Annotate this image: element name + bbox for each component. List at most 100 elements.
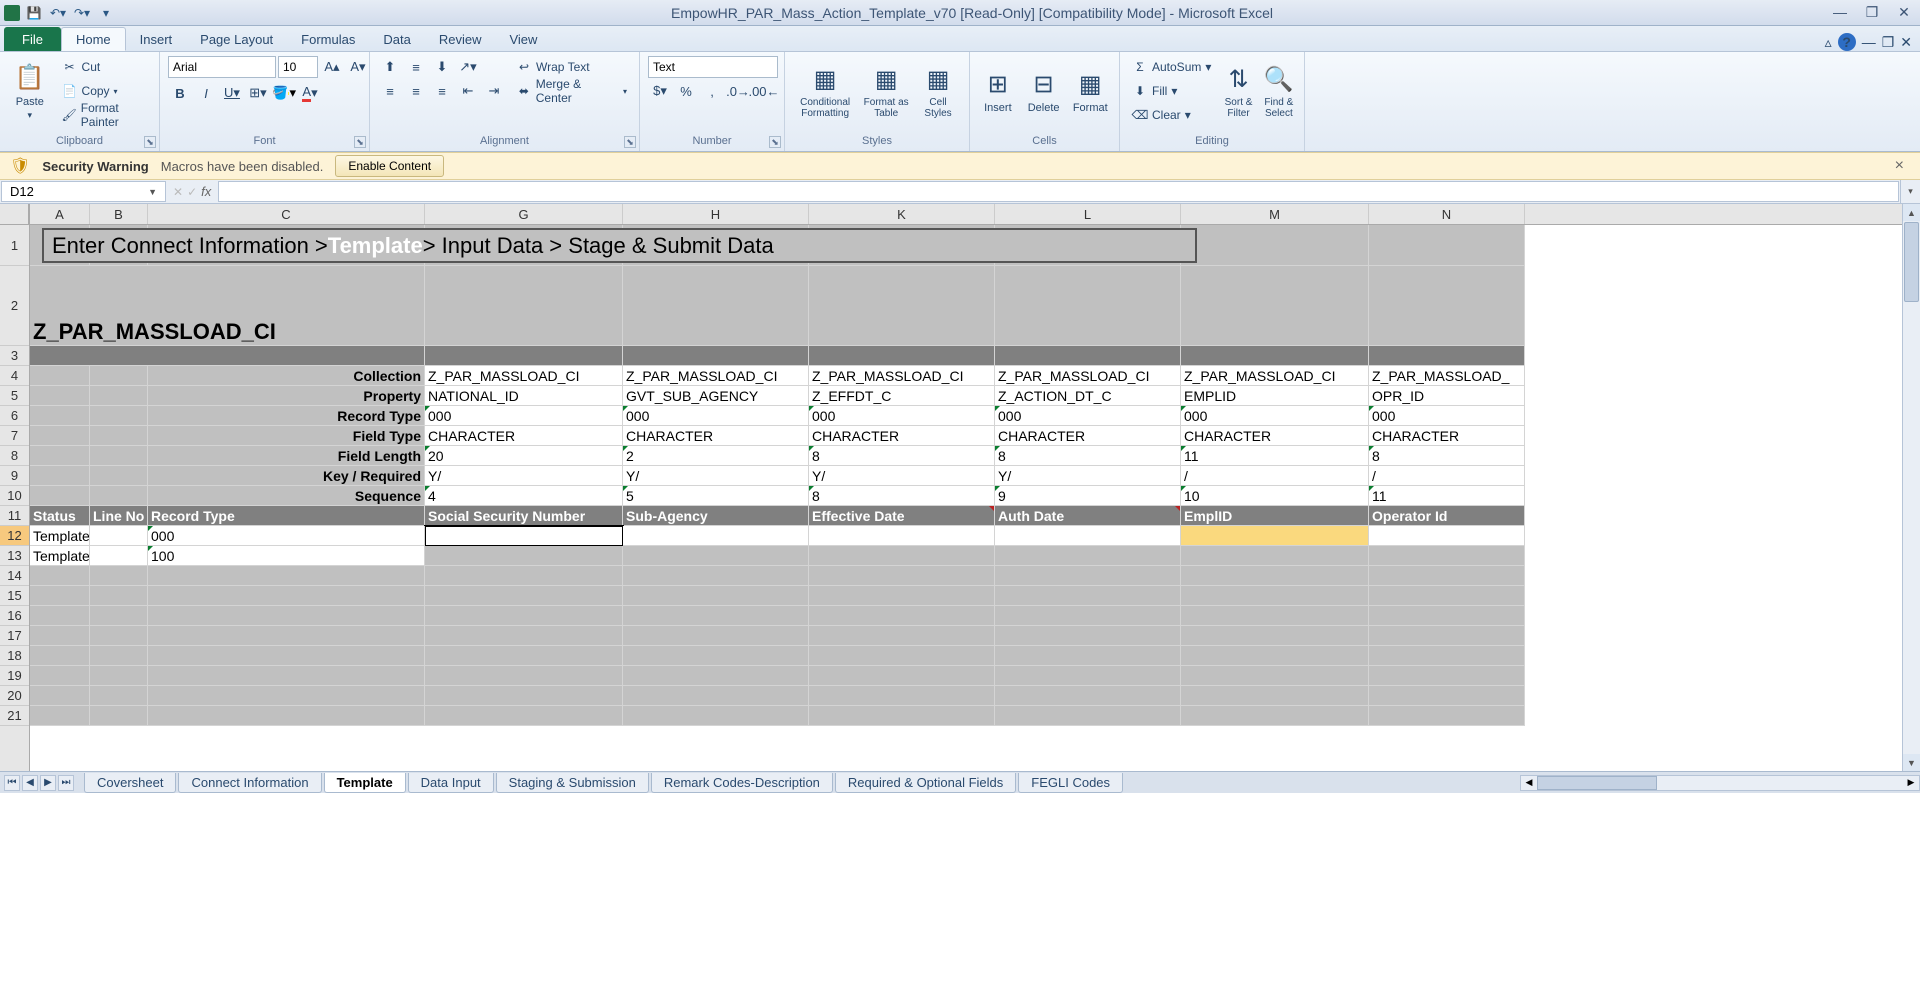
hscroll-thumb[interactable] xyxy=(1537,776,1657,790)
font-color-button[interactable]: A▾ xyxy=(298,82,322,104)
scroll-up-icon[interactable]: ▲ xyxy=(1903,204,1920,221)
cell-styles-button[interactable]: ▦Cell Styles xyxy=(915,56,961,126)
conditional-formatting-button[interactable]: ▦Conditional Formatting xyxy=(793,56,857,126)
col-header[interactable]: A xyxy=(30,204,90,224)
clear-button[interactable]: ⌫Clear▾ xyxy=(1128,104,1215,126)
row-header[interactable]: 7 xyxy=(0,426,29,446)
header-line-no[interactable]: Line No xyxy=(90,506,148,526)
cut-button[interactable]: ✂Cut xyxy=(58,56,151,78)
row-header[interactable]: 15 xyxy=(0,586,29,606)
sheet-tab-template[interactable]: Template xyxy=(324,773,406,793)
row-header[interactable]: 2 xyxy=(0,266,29,346)
wrap-text-button[interactable]: ↩Wrap Text xyxy=(512,56,631,78)
col-header[interactable]: M xyxy=(1181,204,1369,224)
enter-formula-icon[interactable]: ✓ xyxy=(187,185,197,199)
align-middle-icon[interactable]: ≡ xyxy=(404,56,428,78)
sheet-tab-remark-codes[interactable]: Remark Codes-Description xyxy=(651,773,833,793)
minimize-ribbon-icon[interactable]: ▵ xyxy=(1825,34,1832,51)
label-field-length[interactable]: Field Length xyxy=(148,446,425,466)
redo-icon[interactable]: ↷▾ xyxy=(72,3,92,23)
paste-button[interactable]: 📋Paste▾ xyxy=(8,56,52,126)
label-record-type[interactable]: Record Type xyxy=(148,406,425,426)
font-size-select[interactable] xyxy=(278,56,318,78)
window-close-icon[interactable]: ✕ xyxy=(1900,34,1912,51)
header-eff-date[interactable]: Effective Date xyxy=(809,506,995,526)
save-icon[interactable]: 💾 xyxy=(24,3,44,23)
tab-data[interactable]: Data xyxy=(369,27,424,51)
close-icon[interactable]: ✕ xyxy=(1892,4,1916,21)
scroll-right-icon[interactable]: ▶ xyxy=(1903,776,1919,790)
expand-formula-bar-icon[interactable]: ▾ xyxy=(1900,180,1920,203)
autosum-button[interactable]: ΣAutoSum▾ xyxy=(1128,56,1215,78)
alignment-launcher-icon[interactable]: ⬊ xyxy=(624,136,636,148)
comma-icon[interactable]: , xyxy=(700,80,724,102)
col-header[interactable]: L xyxy=(995,204,1181,224)
data-cell[interactable]: 100 xyxy=(148,546,425,566)
col-header[interactable]: C xyxy=(148,204,425,224)
delete-cells-button[interactable]: ⊟Delete xyxy=(1024,56,1064,126)
close-security-icon[interactable]: × xyxy=(1889,157,1910,175)
sheet-tab-coversheet[interactable]: Coversheet xyxy=(84,773,176,793)
increase-indent-icon[interactable]: ⇥ xyxy=(482,80,506,102)
col-header[interactable]: H xyxy=(623,204,809,224)
format-painter-button[interactable]: 🖌Format Painter xyxy=(58,104,151,126)
row-header[interactable]: 12 xyxy=(0,526,29,546)
restore-icon[interactable]: ❐ xyxy=(1860,4,1884,21)
label-field-type[interactable]: Field Type xyxy=(148,426,425,446)
header-emplid[interactable]: EmplID xyxy=(1181,506,1369,526)
header-operator[interactable]: Operator Id xyxy=(1369,506,1525,526)
align-bottom-icon[interactable]: ⬇ xyxy=(430,56,454,78)
row-header[interactable]: 4 xyxy=(0,366,29,386)
currency-icon[interactable]: $▾ xyxy=(648,80,672,102)
sheet-tab-connect-information[interactable]: Connect Information xyxy=(178,773,321,793)
scroll-thumb[interactable] xyxy=(1904,222,1919,302)
undo-icon[interactable]: ↶▾ xyxy=(48,3,68,23)
row-header[interactable]: 16 xyxy=(0,606,29,626)
decrease-indent-icon[interactable]: ⇤ xyxy=(456,80,480,102)
sheet-tab-required-optional[interactable]: Required & Optional Fields xyxy=(835,773,1016,793)
select-all-corner[interactable] xyxy=(0,204,29,225)
orientation-icon[interactable]: ↗▾ xyxy=(456,56,480,78)
label-sequence[interactable]: Sequence xyxy=(148,486,425,506)
data-cell[interactable]: Template xyxy=(30,546,90,566)
header-sub-agency[interactable]: Sub-Agency xyxy=(623,506,809,526)
first-sheet-icon[interactable]: ⏮ xyxy=(4,775,20,791)
row-header[interactable]: 14 xyxy=(0,566,29,586)
highlighted-cell[interactable] xyxy=(1181,526,1369,546)
data-cell[interactable] xyxy=(90,526,148,546)
header-ssn[interactable]: Social Security Number xyxy=(425,506,623,526)
copy-button[interactable]: 📄Copy▾ xyxy=(58,80,151,102)
tab-home[interactable]: Home xyxy=(61,27,126,51)
italic-button[interactable]: I xyxy=(194,82,218,104)
align-right-icon[interactable]: ≡ xyxy=(430,80,454,102)
label-collection[interactable]: Collection xyxy=(148,366,425,386)
insert-cells-button[interactable]: ⊞Insert xyxy=(978,56,1018,126)
tab-formulas[interactable]: Formulas xyxy=(287,27,369,51)
col-header[interactable]: G xyxy=(425,204,623,224)
formula-input[interactable] xyxy=(218,181,1899,202)
row-header[interactable]: 13 xyxy=(0,546,29,566)
data-cell[interactable]: 000 xyxy=(148,526,425,546)
vertical-scrollbar[interactable]: ▲ ▼ xyxy=(1902,204,1920,771)
increase-font-icon[interactable]: A▴ xyxy=(320,56,344,78)
number-launcher-icon[interactable]: ⬊ xyxy=(769,136,781,148)
font-launcher-icon[interactable]: ⬊ xyxy=(354,136,366,148)
header-status[interactable]: Status xyxy=(30,506,90,526)
minimize-icon[interactable]: ― xyxy=(1828,4,1852,21)
col-header[interactable]: N xyxy=(1369,204,1525,224)
enable-content-button[interactable]: Enable Content xyxy=(335,155,444,177)
fill-color-button[interactable]: 🪣▾ xyxy=(272,82,296,104)
find-select-button[interactable]: 🔍Find & Select xyxy=(1262,56,1296,126)
active-cell[interactable] xyxy=(425,526,623,546)
last-sheet-icon[interactable]: ⏭ xyxy=(58,775,74,791)
row-header[interactable]: 10 xyxy=(0,486,29,506)
increase-decimal-icon[interactable]: .0→ xyxy=(726,80,750,102)
row-header[interactable]: 3 xyxy=(0,346,29,366)
row-header[interactable]: 6 xyxy=(0,406,29,426)
align-center-icon[interactable]: ≡ xyxy=(404,80,428,102)
row-header[interactable]: 11 xyxy=(0,506,29,526)
underline-button[interactable]: U▾ xyxy=(220,82,244,104)
decrease-decimal-icon[interactable]: .00← xyxy=(752,80,776,102)
row-header[interactable]: 17 xyxy=(0,626,29,646)
merge-center-button[interactable]: ⬌Merge & Center▾ xyxy=(512,80,631,102)
